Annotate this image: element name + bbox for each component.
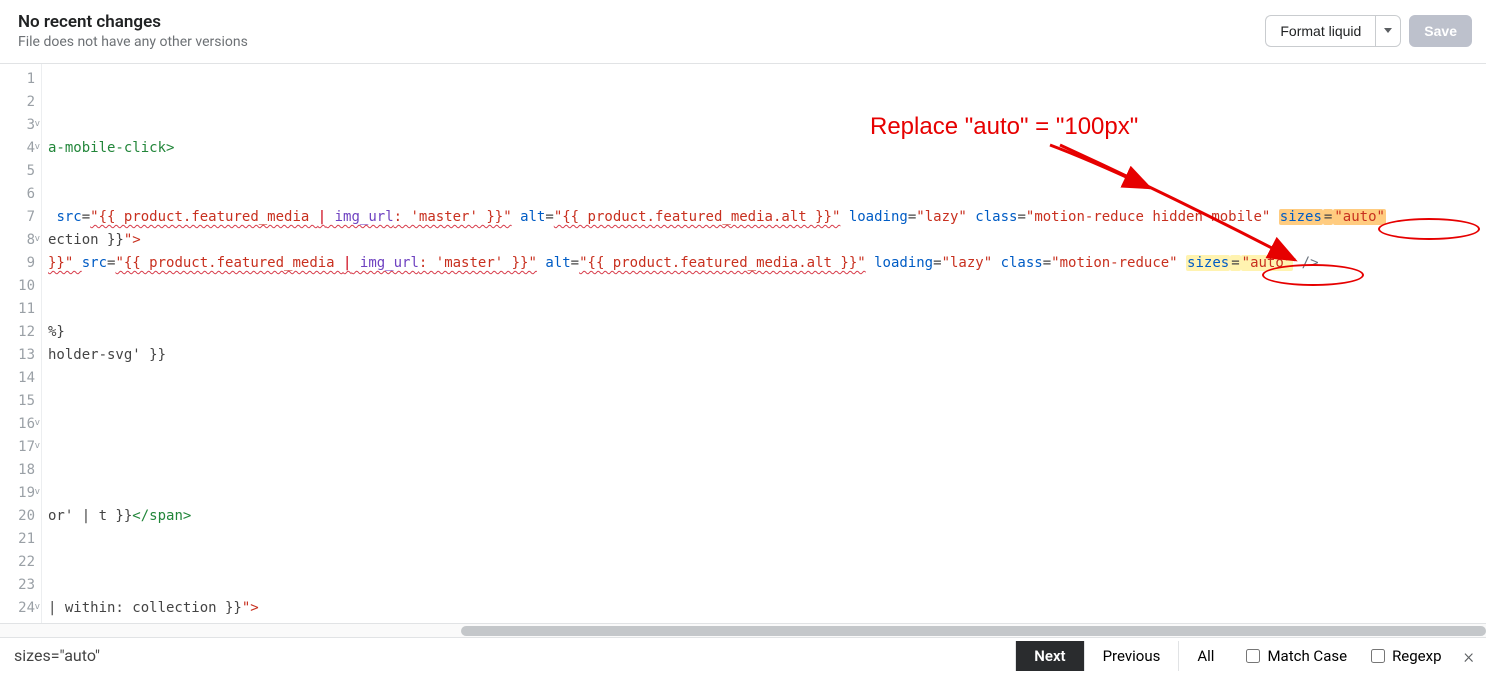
scrollbar-thumb[interactable] [461, 626, 1486, 636]
search-next-button[interactable]: Next [1015, 641, 1083, 671]
code-area[interactable]: a-mobile-click> src="{{ product.featured… [42, 64, 1486, 623]
annotation-circle [1262, 264, 1364, 286]
code-line[interactable] [42, 551, 1486, 574]
regexp-label: Regexp [1392, 647, 1441, 665]
search-all-button[interactable]: All [1178, 641, 1232, 671]
match-case-label: Match Case [1267, 647, 1347, 665]
format-liquid-button[interactable]: Format liquid [1265, 15, 1375, 47]
code-line[interactable]: ection }}"> [42, 229, 1486, 252]
search-bar: Next Previous All Match Case Regexp × [0, 637, 1486, 673]
code-line[interactable] [42, 390, 1486, 413]
code-line[interactable] [42, 482, 1486, 505]
horizontal-scrollbar[interactable] [0, 623, 1486, 637]
code-line[interactable] [42, 436, 1486, 459]
code-line[interactable] [42, 413, 1486, 436]
header-actions: Format liquid Save [1265, 15, 1472, 47]
search-close-button[interactable]: × [1452, 644, 1486, 668]
match-case-input[interactable] [1246, 649, 1260, 663]
code-line[interactable] [42, 91, 1486, 114]
code-line[interactable]: %} [42, 321, 1486, 344]
code-line[interactable] [42, 574, 1486, 597]
search-input[interactable] [0, 640, 1015, 671]
header-bar: No recent changes File does not have any… [0, 0, 1486, 64]
code-line[interactable] [42, 160, 1486, 183]
code-line[interactable] [42, 183, 1486, 206]
code-line[interactable] [42, 528, 1486, 551]
header-left: No recent changes File does not have any… [18, 12, 248, 50]
code-line[interactable]: or' | t }}</span> [42, 505, 1486, 528]
code-line[interactable]: a-mobile-click> [42, 137, 1486, 160]
line-number-gutter: 123v4v5678v910111213141516v17v1819v20212… [0, 64, 42, 623]
match-case-checkbox[interactable]: Match Case [1232, 646, 1357, 666]
code-line[interactable]: | within: collection }}"> [42, 597, 1486, 620]
annotation-circle [1378, 218, 1480, 240]
code-editor[interactable]: 123v4v5678v910111213141516v17v1819v20212… [0, 64, 1486, 623]
code-line[interactable] [42, 114, 1486, 137]
search-previous-button[interactable]: Previous [1084, 641, 1179, 671]
save-button[interactable]: Save [1409, 15, 1472, 47]
code-line[interactable] [42, 68, 1486, 91]
code-line[interactable] [42, 298, 1486, 321]
chevron-down-icon [1384, 28, 1392, 33]
code-line[interactable]: holder-svg' }} [42, 344, 1486, 367]
regexp-input[interactable] [1371, 649, 1385, 663]
header-subtitle: File does not have any other versions [18, 34, 248, 50]
code-line[interactable] [42, 459, 1486, 482]
format-liquid-split: Format liquid [1265, 15, 1401, 47]
code-line[interactable] [42, 367, 1486, 390]
header-title: No recent changes [18, 12, 248, 32]
format-liquid-dropdown[interactable] [1375, 15, 1401, 47]
regexp-checkbox[interactable]: Regexp [1357, 646, 1451, 666]
code-line[interactable]: src="{{ product.featured_media | img_url… [42, 206, 1486, 229]
